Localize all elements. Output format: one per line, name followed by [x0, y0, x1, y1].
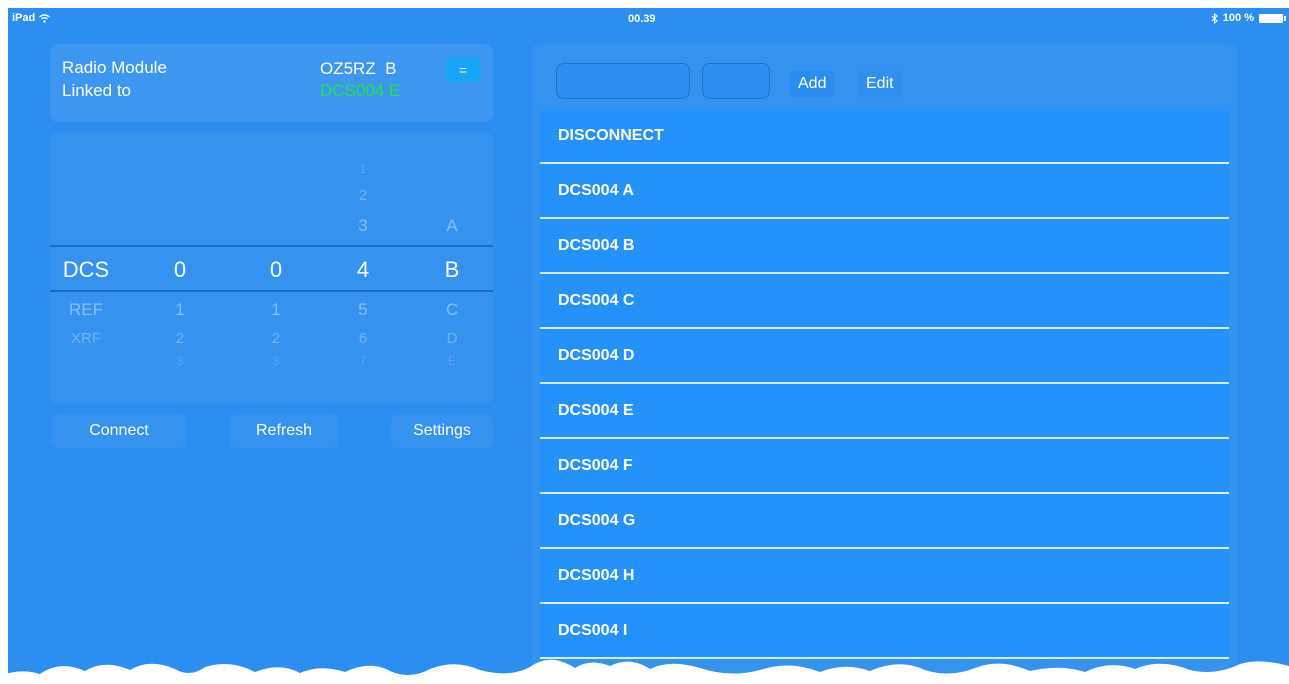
connect-button[interactable]: Connect — [52, 414, 186, 448]
picker-col2-selected[interactable]: 0 — [150, 257, 210, 283]
refresh-button[interactable]: Refresh — [230, 414, 338, 448]
picker-col1-option[interactable]: XRF — [56, 330, 116, 347]
picker-col5-option[interactable]: A — [422, 216, 482, 236]
edit-button[interactable]: Edit — [858, 71, 902, 97]
picker-col4-option[interactable]: 1 — [333, 162, 393, 176]
picker-col2-option[interactable]: 1 — [150, 300, 210, 320]
callsign-value: OZ5RZ B — [320, 59, 397, 78]
picker-col1-option[interactable]: REF — [56, 300, 116, 320]
settings-button[interactable]: Settings — [391, 414, 493, 448]
device-name: iPad — [12, 12, 36, 24]
picker-col3-option[interactable]: 3 — [246, 354, 306, 368]
picker-col4-option[interactable]: 6 — [333, 330, 393, 347]
picker-col5-selected[interactable]: B — [422, 257, 482, 283]
list-item[interactable]: DCS004 C — [540, 274, 1229, 329]
list-item[interactable]: DCS004 D — [540, 329, 1229, 384]
picker-col4-option[interactable]: 3 — [333, 216, 393, 236]
list-item[interactable]: DCS004 B — [540, 219, 1229, 274]
picker-top-line — [50, 245, 493, 247]
list-item[interactable]: DCS004 A — [540, 164, 1229, 219]
status-left: iPad — [12, 12, 51, 24]
list-item[interactable]: DCS004 H — [540, 549, 1229, 604]
linked-reflector: DCS004 E — [320, 81, 401, 100]
list-item-disconnect[interactable]: DISCONNECT — [540, 109, 1229, 164]
menu-button[interactable]: = — [446, 58, 480, 82]
picker-col1-selected[interactable]: DCS — [56, 257, 116, 283]
reflector-list: DISCONNECT DCS004 A DCS004 B DCS004 C DC… — [540, 109, 1229, 659]
bluetooth-icon — [1211, 12, 1218, 24]
battery-percent: 100 % — [1222, 12, 1254, 24]
radio-module-label: Radio Module — [62, 58, 167, 77]
list-item[interactable]: DCS004 E — [540, 384, 1229, 439]
list-item[interactable]: DCS004 G — [540, 494, 1229, 549]
reflector-picker[interactable]: DCS REF XRF 0 1 2 3 0 1 2 3 1 2 3 4 5 6 … — [50, 132, 493, 404]
picker-col4-selected[interactable]: 4 — [333, 257, 393, 283]
battery-icon — [1259, 13, 1286, 23]
picker-bottom-line — [50, 290, 493, 292]
reflector-name-input[interactable] — [556, 63, 690, 99]
reflector-panel: Add Edit DISCONNECT DCS004 A DCS004 B DC… — [532, 43, 1237, 684]
picker-col3-option[interactable]: 2 — [246, 330, 306, 347]
module-input[interactable] — [702, 63, 770, 99]
picker-col5-option[interactable]: E — [422, 354, 482, 368]
picker-col2-option[interactable]: 3 — [150, 354, 210, 368]
torn-edge-decoration — [0, 659, 1289, 684]
status-time: 00.39 — [628, 13, 656, 25]
radio-module-card: Radio Module Linked to OZ5RZ B DCS004 E … — [50, 44, 493, 122]
app-screen: iPad 00.39 100 % Radio Module Linked to … — [8, 8, 1289, 684]
picker-col4-option[interactable]: 5 — [333, 300, 393, 320]
picker-col4-option[interactable]: 7 — [333, 354, 393, 368]
picker-col4-option[interactable]: 2 — [333, 187, 393, 204]
wifi-icon — [39, 13, 51, 23]
picker-col5-option[interactable]: D — [422, 330, 482, 347]
picker-col5-option[interactable]: C — [422, 300, 482, 320]
status-right: 100 % — [1211, 12, 1286, 24]
list-item[interactable]: DCS004 I — [540, 604, 1229, 659]
linked-to-label: Linked to — [62, 81, 131, 100]
picker-col3-option[interactable]: 1 — [246, 300, 306, 320]
picker-col2-option[interactable]: 2 — [150, 330, 210, 347]
status-bar: iPad 00.39 100 % — [8, 8, 1289, 30]
add-button[interactable]: Add — [790, 71, 835, 97]
list-item[interactable]: DCS004 F — [540, 439, 1229, 494]
picker-col3-selected[interactable]: 0 — [246, 257, 306, 283]
